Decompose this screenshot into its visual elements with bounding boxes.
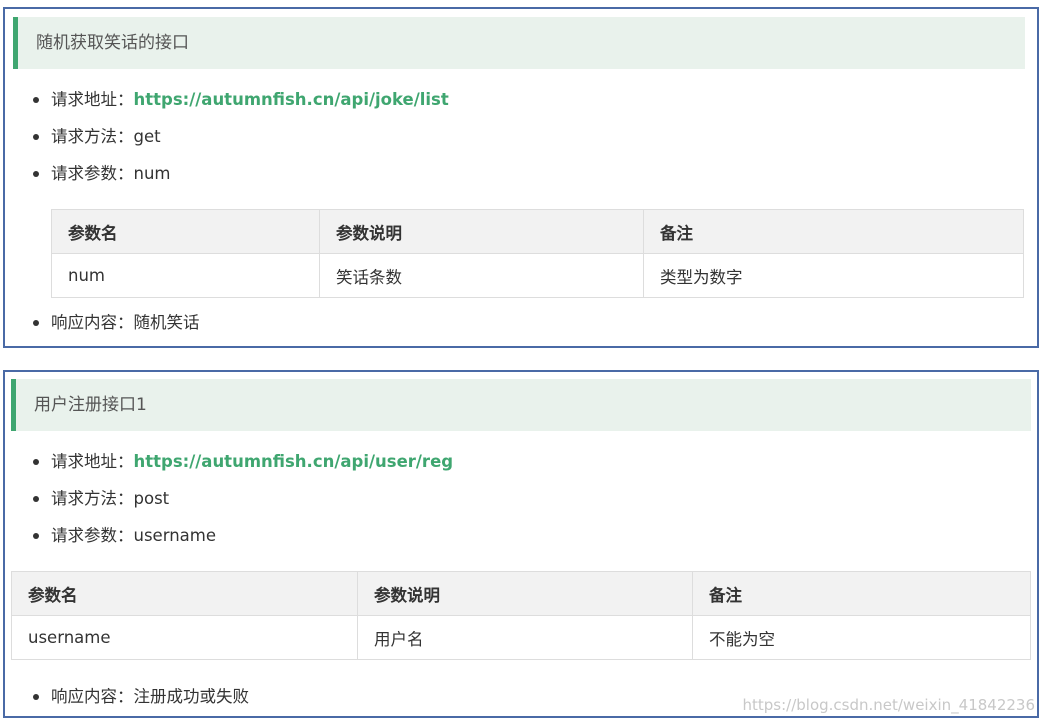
header-param-note: 备注 (643, 209, 1024, 254)
api-heading: 随机获取笑话的接口 (13, 17, 1025, 69)
list-item-request-params: 请求参数：username (29, 517, 453, 554)
request-method-value: post (133, 489, 170, 508)
request-method-label: 请求方法： (51, 489, 134, 508)
request-url-link[interactable]: https://autumnfish.cn/api/joke/list (134, 90, 449, 109)
header-param-name: 参数名 (51, 209, 320, 254)
list-item-response: 响应内容：注册成功或失败 (29, 678, 249, 715)
request-method-label: 请求方法： (51, 127, 134, 146)
header-param-desc: 参数说明 (319, 209, 644, 254)
list-item-request-url: 请求地址：https://autumnfish.cn/api/user/reg (29, 443, 453, 480)
list-item-request-method: 请求方法：get (29, 118, 449, 155)
header-param-note: 备注 (692, 571, 1031, 616)
request-info-list: 请求地址：https://autumnfish.cn/api/user/reg … (29, 443, 453, 554)
request-url-link[interactable]: https://autumnfish.cn/api/user/reg (134, 452, 454, 471)
table-row: num 笑话条数 类型为数字 (51, 253, 1024, 298)
request-url-label: 请求地址： (51, 452, 134, 471)
table-header-row: 参数名 参数说明 备注 (11, 571, 1031, 616)
response-info-list: 响应内容：注册成功或失败 (29, 678, 249, 715)
cell-param-desc: 笑话条数 (319, 253, 644, 298)
api-panel-joke: 随机获取笑话的接口 请求地址：https://autumnfish.cn/api… (3, 7, 1039, 348)
cell-param-name: num (51, 253, 320, 298)
table-header-row: 参数名 参数说明 备注 (51, 209, 1024, 254)
request-params-label: 请求参数： (51, 164, 134, 183)
request-params-value: username (133, 526, 217, 545)
request-info-list: 请求地址：https://autumnfish.cn/api/joke/list… (29, 81, 449, 192)
list-item-request-url: 请求地址：https://autumnfish.cn/api/joke/list (29, 81, 449, 118)
request-url-label: 请求地址： (51, 90, 134, 109)
cell-param-name: username (11, 615, 358, 660)
list-item-request-method: 请求方法：post (29, 480, 453, 517)
request-params-value: num (133, 164, 171, 183)
header-param-desc: 参数说明 (357, 571, 693, 616)
response-value: 注册成功或失败 (133, 687, 250, 706)
header-param-name: 参数名 (11, 571, 358, 616)
params-table: 参数名 参数说明 备注 num 笑话条数 类型为数字 (51, 209, 1024, 298)
list-item-request-params: 请求参数：num (29, 155, 449, 192)
cell-param-note: 类型为数字 (643, 253, 1024, 298)
response-value: 随机笑话 (133, 313, 200, 332)
response-label: 响应内容： (51, 687, 134, 706)
list-item-response: 响应内容：随机笑话 (29, 304, 200, 341)
api-panel-register: 用户注册接口1 请求地址：https://autumnfish.cn/api/u… (3, 370, 1039, 718)
table-row: username 用户名 不能为空 (11, 615, 1031, 660)
watermark: https://blog.csdn.net/weixin_41842236 (742, 696, 1035, 714)
params-table: 参数名 参数说明 备注 username 用户名 不能为空 (11, 571, 1031, 660)
cell-param-note: 不能为空 (692, 615, 1031, 660)
response-label: 响应内容： (51, 313, 134, 332)
request-params-label: 请求参数： (51, 526, 134, 545)
response-info-list: 响应内容：随机笑话 (29, 304, 200, 341)
api-heading: 用户注册接口1 (11, 379, 1031, 431)
cell-param-desc: 用户名 (357, 615, 693, 660)
request-method-value: get (133, 127, 161, 146)
